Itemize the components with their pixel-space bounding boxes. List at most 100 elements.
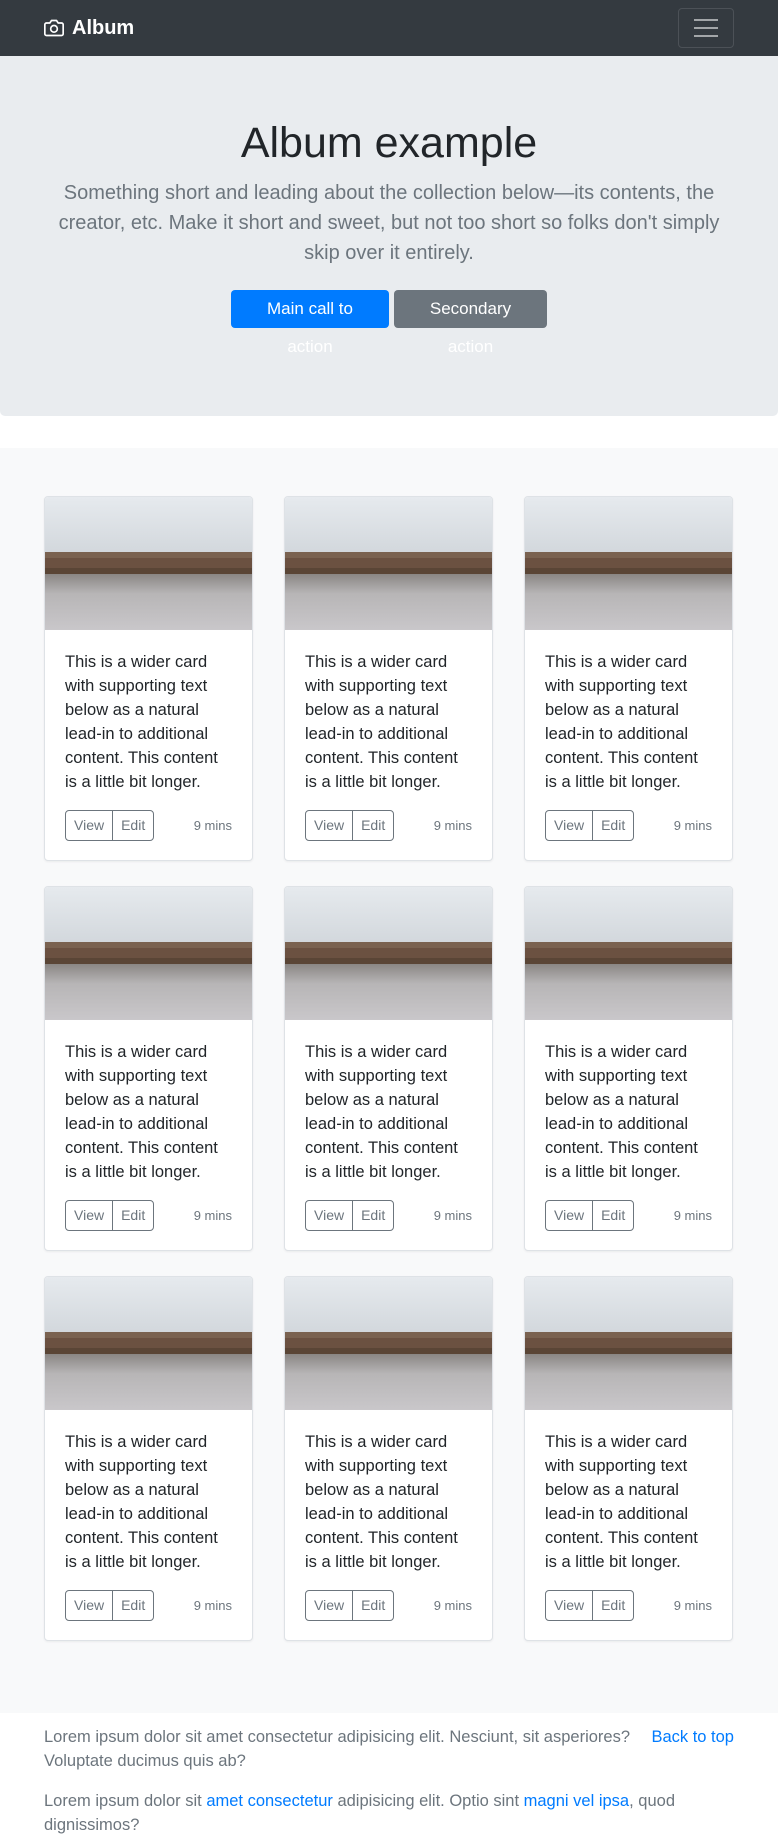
edit-button[interactable]: Edit: [112, 1200, 155, 1231]
card-timestamp: 9 mins: [193, 1208, 232, 1223]
main-cta-button[interactable]: Main call to action: [231, 289, 389, 356]
back-to-top-link[interactable]: Back to top: [651, 1725, 734, 1749]
album-card: This is a wider card with supporting tex…: [44, 1276, 253, 1641]
footer-text-segment: adipisicing elit. Optio sint: [332, 1792, 524, 1810]
view-button[interactable]: View: [545, 1590, 594, 1621]
edit-button[interactable]: Edit: [112, 810, 155, 841]
card-footer: View Edit 9 mins: [65, 1200, 232, 1231]
card-thumbnail-image: [45, 887, 252, 1020]
footer-text-1: Lorem ipsum dolor sit amet consectetur a…: [44, 1728, 631, 1770]
album-card: This is a wider card with supporting tex…: [284, 886, 493, 1251]
card-button-group: View Edit: [65, 1590, 155, 1621]
footer-link-magni[interactable]: magni vel ipsa: [524, 1792, 629, 1810]
card-button-group: View Edit: [305, 810, 395, 841]
navbar: Album: [0, 0, 778, 56]
album-card: This is a wider card with supporting tex…: [524, 1276, 733, 1641]
card-thumbnail-image: [525, 1277, 732, 1410]
card-button-group: View Edit: [65, 1200, 155, 1231]
view-button[interactable]: View: [305, 1200, 354, 1231]
card-text: This is a wider card with supporting tex…: [305, 1433, 458, 1571]
card-text: This is a wider card with supporting tex…: [545, 653, 698, 791]
view-button[interactable]: View: [545, 1200, 594, 1231]
edit-button[interactable]: Edit: [352, 1590, 395, 1621]
footer-link-amet[interactable]: amet consectetur: [206, 1792, 333, 1810]
card-footer: View Edit 9 mins: [305, 1590, 472, 1621]
card-timestamp: 9 mins: [193, 818, 232, 833]
card-body: This is a wider card with supporting tex…: [45, 630, 252, 841]
card-body: This is a wider card with supporting tex…: [45, 1410, 252, 1621]
card-timestamp: 9 mins: [433, 1598, 472, 1613]
card-timestamp: 9 mins: [673, 1598, 712, 1613]
hamburger-icon-bar: [694, 35, 718, 37]
card-footer: View Edit 9 mins: [305, 810, 472, 841]
card-body: This is a wider card with supporting tex…: [285, 630, 492, 841]
hamburger-icon-bar: [694, 27, 718, 29]
card-thumbnail-image: [525, 497, 732, 630]
edit-button[interactable]: Edit: [592, 810, 635, 841]
card-button-group: View Edit: [545, 810, 635, 841]
card-timestamp: 9 mins: [673, 1208, 712, 1223]
card-footer: View Edit 9 mins: [65, 810, 232, 841]
edit-button[interactable]: Edit: [592, 1200, 635, 1231]
card-text: This is a wider card with supporting tex…: [305, 1043, 458, 1181]
card-body: This is a wider card with supporting tex…: [285, 1020, 492, 1231]
view-button[interactable]: View: [545, 810, 594, 841]
card-thumbnail-image: [285, 887, 492, 1020]
card-footer: View Edit 9 mins: [305, 1200, 472, 1231]
card-thumbnail-image: [45, 497, 252, 630]
card-timestamp: 9 mins: [673, 818, 712, 833]
footer-text-segment: Lorem ipsum dolor sit: [44, 1792, 207, 1810]
camera-icon: [44, 18, 64, 38]
card-footer: View Edit 9 mins: [545, 810, 712, 841]
edit-button[interactable]: Edit: [352, 810, 395, 841]
card-body: This is a wider card with supporting tex…: [45, 1020, 252, 1231]
card-text: This is a wider card with supporting tex…: [545, 1043, 698, 1181]
album-section: This is a wider card with supporting tex…: [0, 448, 778, 1713]
card-text: This is a wider card with supporting tex…: [305, 653, 458, 791]
hero-lead: Something short and leading about the co…: [58, 181, 720, 264]
view-button[interactable]: View: [65, 1590, 114, 1621]
card-thumbnail-image: [525, 887, 732, 1020]
card-timestamp: 9 mins: [193, 1598, 232, 1613]
brand-link[interactable]: Album: [44, 13, 134, 43]
edit-button[interactable]: Edit: [112, 1590, 155, 1621]
album-card: This is a wider card with supporting tex…: [524, 886, 733, 1251]
card-body: This is a wider card with supporting tex…: [525, 630, 732, 841]
hero-section: Album example Something short and leadin…: [0, 56, 778, 416]
card-text: This is a wider card with supporting tex…: [65, 1433, 218, 1571]
card-thumbnail-image: [285, 1277, 492, 1410]
brand-name: Album: [72, 16, 135, 39]
album-card: This is a wider card with supporting tex…: [44, 886, 253, 1251]
view-button[interactable]: View: [305, 810, 354, 841]
card-thumbnail-image: [45, 1277, 252, 1410]
footer-text-2: Lorem ipsum dolor sit amet consectetur a…: [44, 1789, 734, 1837]
card-button-group: View Edit: [305, 1590, 395, 1621]
card-thumbnail-image: [285, 497, 492, 630]
footer: Lorem ipsum dolor sit amet consectetur a…: [0, 1713, 778, 1841]
card-text: This is a wider card with supporting tex…: [65, 1043, 218, 1181]
card-button-group: View Edit: [305, 1200, 395, 1231]
view-button[interactable]: View: [65, 1200, 114, 1231]
card-text: This is a wider card with supporting tex…: [545, 1433, 698, 1571]
card-button-group: View Edit: [545, 1590, 635, 1621]
edit-button[interactable]: Edit: [592, 1590, 635, 1621]
card-grid: This is a wider card with supporting tex…: [44, 496, 733, 1641]
navbar-toggler-button[interactable]: [678, 8, 734, 48]
album-card: This is a wider card with supporting tex…: [44, 496, 253, 861]
card-timestamp: 9 mins: [433, 1208, 472, 1223]
view-button[interactable]: View: [65, 810, 114, 841]
hamburger-icon: [694, 19, 718, 21]
card-body: This is a wider card with supporting tex…: [285, 1410, 492, 1621]
album-card: This is a wider card with supporting tex…: [524, 496, 733, 861]
view-button[interactable]: View: [305, 1590, 354, 1621]
card-body: This is a wider card with supporting tex…: [525, 1020, 732, 1231]
secondary-cta-button[interactable]: Secondary action: [394, 289, 547, 356]
edit-button[interactable]: Edit: [352, 1200, 395, 1231]
album-card: This is a wider card with supporting tex…: [284, 1276, 493, 1641]
card-button-group: View Edit: [65, 810, 155, 841]
card-button-group: View Edit: [545, 1200, 635, 1231]
card-timestamp: 9 mins: [433, 818, 472, 833]
hero-actions: Main call to action Secondary action: [0, 289, 778, 356]
album-card: This is a wider card with supporting tex…: [284, 496, 493, 861]
card-footer: View Edit 9 mins: [65, 1590, 232, 1621]
